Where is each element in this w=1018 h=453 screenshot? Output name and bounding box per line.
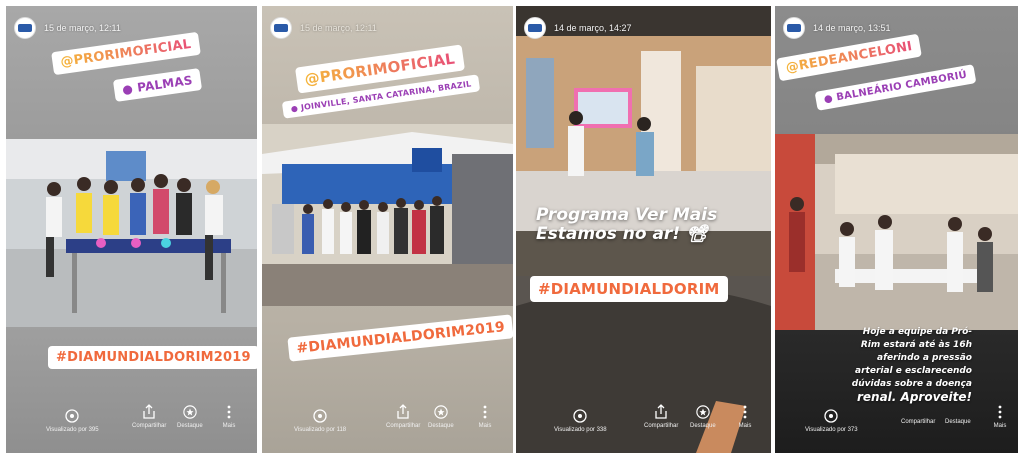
hashtag-sticker[interactable]: #DIAMUNDIALDORIM [530,276,728,302]
highlight-icon [434,405,448,419]
location-pin-icon: ● [121,81,134,97]
story-card-3[interactable]: 14 de março, 14:27 Programa Ver Mais Est… [516,6,771,453]
views-label: Visualizado por 395 [46,427,99,433]
share-icon [654,404,668,419]
views-button[interactable]: Visualizado por 373 [805,409,858,434]
hashtag-sticker[interactable]: #DIAMUNDIALDORIM2019 [48,346,257,369]
share-button[interactable]: Compartilhar [644,404,679,430]
eye-icon [824,409,838,423]
story-actions-bar: Visualizado por 373 Compartilhar Destaqu… [775,405,1018,453]
username-sticker-text: @PRORIMOFICIAL [59,36,193,71]
more-button[interactable]: Mais [222,405,236,430]
username-sticker-text: @REDEANCELONI [784,38,914,77]
more-button[interactable]: Mais [738,405,752,430]
highlight-label: Destaque [177,423,203,429]
hashtag-sticker-text: #DIAMUNDIALDORIM2019 [56,350,251,365]
overlay-text-line1: Programa Ver Mais [536,205,718,225]
more-icon [993,405,1007,419]
story-date: 15 de março, 12:11 [300,23,377,33]
views-label: Visualizado por 373 [805,427,858,433]
story-actions-bar: Visualizado por 395 Compartilhar Destaqu… [6,404,257,453]
location-pin-icon: ● [290,103,299,114]
location-sticker-text: PALMAS [136,73,194,95]
more-label: Mais [478,423,492,429]
story-photo [775,134,1018,330]
views-button[interactable]: Visualizado por 118 [294,409,346,434]
share-button[interactable]: Compartilhar [386,404,421,430]
story-caption: Hoje a equipe da Pró- Rim estará até às … [852,326,972,404]
overlay-text: Programa Ver Mais Estamos no ar! 📽 [536,206,717,244]
eye-icon [65,409,79,423]
views-button[interactable]: Visualizado por 338 [554,409,607,434]
more-icon [738,405,752,419]
story-photo [262,124,513,306]
share-label: Compartilhar [386,423,421,429]
hashtag-sticker-text: #DIAMUNDIALDORIM [538,280,720,298]
highlight-icon [183,405,197,419]
eye-icon [573,409,587,423]
more-label: Mais [993,423,1007,429]
share-label: Compartilhar [901,419,936,425]
highlight-label: Destaque [690,423,716,429]
share-button[interactable]: Compartilhar [132,404,167,430]
caption-line4: arterial e esclarecendo [855,366,972,376]
share-button[interactable]: Compartilhar [901,415,935,426]
avatar[interactable] [524,17,546,39]
more-icon [222,405,236,419]
location-sticker[interactable]: ● BALNEÁRIO CAMBORIÚ [814,64,977,111]
more-label: Mais [738,423,752,429]
story-card-4[interactable]: 14 de março, 13:51 @REDEANCELONI ● BALNE… [775,6,1018,453]
story-header: 15 de março, 12:11 [270,16,377,40]
story-photo [6,139,257,327]
overlay-text-line2: Estamos no ar! 📽 [536,224,708,244]
caption-line1: Hoje a equipe da Pró- [862,327,972,337]
caption-line3: aferindo a pressão [877,353,972,363]
username-sticker[interactable]: @REDEANCELONI [776,33,923,82]
share-label: Compartilhar [132,423,167,429]
eye-icon [313,409,327,423]
story-header: 14 de março, 14:27 [524,16,632,40]
hashtag-sticker[interactable]: #DIAMUNDIALDORIM2019 [287,314,513,362]
story-photo-image [262,124,513,306]
views-button[interactable]: Visualizado por 395 [46,409,99,434]
avatar[interactable] [14,17,36,39]
story-date: 14 de março, 13:51 [813,23,891,33]
highlight-button[interactable]: Destaque [428,405,454,430]
highlight-button[interactable]: Destaque [690,405,716,430]
caption-line2: Rim estará até às 16h [860,340,972,350]
story-header: 15 de março, 12:11 [14,16,121,40]
caption-line6: renal. Aproveite! [856,390,972,404]
location-pin-icon: ● [823,93,834,106]
share-icon [142,404,156,419]
highlight-button[interactable]: Destaque [945,415,971,426]
story-card-2[interactable]: 15 de março, 12:11 @PRORIMOFICIAL ● JOIN… [262,6,513,453]
more-button[interactable]: Mais [478,405,492,430]
hashtag-sticker-text: #DIAMUNDIALDORIM2019 [295,319,506,357]
highlight-icon [696,405,710,419]
views-label: Visualizado por 338 [554,427,607,433]
avatar[interactable] [783,17,805,39]
views-label: Visualizado por 118 [294,427,347,433]
share-icon [396,404,410,419]
story-photo-image [6,139,257,327]
highlight-label: Destaque [428,423,454,429]
story-actions-bar: Visualizado por 338 Compartilhar Destaqu… [516,404,771,453]
highlight-button[interactable]: Destaque [177,405,203,430]
story-header: 14 de março, 13:51 [783,16,891,40]
story-date: 15 de março, 12:11 [44,23,121,33]
story-card-1[interactable]: 15 de março, 12:11 @PRORIMOFICIAL ● PALM… [6,6,257,453]
highlight-label: Destaque [945,419,971,425]
story-date: 14 de março, 14:27 [554,23,632,33]
more-label: Mais [222,423,236,429]
location-sticker-text: BALNEÁRIO CAMBORIÚ [835,69,968,104]
location-sticker[interactable]: ● PALMAS [112,68,202,102]
avatar[interactable] [270,17,292,39]
more-button[interactable]: Mais [993,405,1007,430]
story-actions-bar: Visualizado por 118 Compartilhar Destaqu… [262,404,513,453]
share-label: Compartilhar [644,423,679,429]
more-icon [478,405,492,419]
story-photo-image [775,134,1018,330]
